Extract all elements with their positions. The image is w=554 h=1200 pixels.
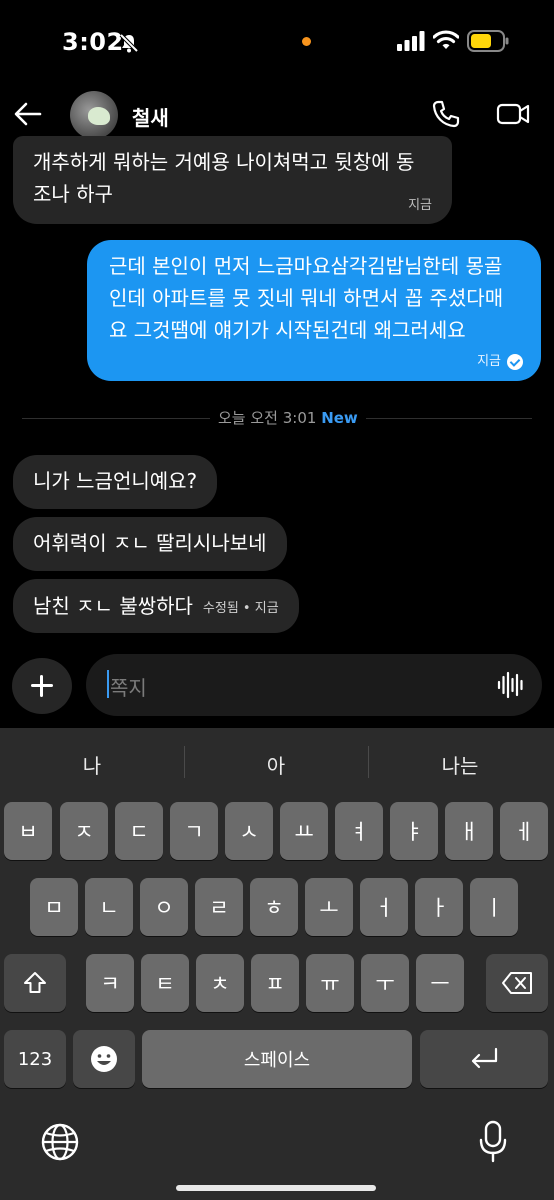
status-bar: 3:02 — [0, 0, 554, 86]
date-divider: 오늘 오전 3:01 New — [22, 407, 532, 431]
divider-label: 오늘 오전 3:01 New — [210, 407, 366, 428]
key-n[interactable]: ㄴ — [85, 878, 133, 936]
message-input[interactable] — [86, 654, 542, 716]
delete-key[interactable] — [486, 954, 548, 1012]
keyboard: 나 아 나는 ㅂ ㅈ ㄷ ㄱ ㅅ ㅛ ㅕ ㅑ ㅐ ㅔ ㅁ ㄴ ㅇ ㄹ ㅎ ㅗ ㅓ… — [0, 728, 554, 1200]
message-line: 인데 아파트를 못 짓네 뭐네 하면서 꼽 주셨다매 — [109, 286, 504, 310]
bell-muted-icon — [119, 33, 139, 53]
home-indicator[interactable] — [176, 1185, 376, 1191]
key-ieung[interactable]: ㅇ — [140, 878, 188, 936]
key-eo[interactable]: ㅓ — [360, 878, 408, 936]
suggestion-2[interactable]: 아 — [216, 750, 336, 779]
incoming-message[interactable]: 개추하게 뭐하는 거예용 나이쳐먹고 뒷창에 동 조나 하구 지금 — [13, 136, 452, 224]
message-meta: 수정됨 • 지금 — [202, 601, 279, 616]
add-attachment-button[interactable] — [12, 658, 72, 714]
read-check-icon — [507, 354, 523, 370]
message-input-placeholder: 쪽지 — [110, 676, 147, 700]
return-key[interactable] — [420, 1030, 548, 1088]
voice-waveform-icon[interactable] — [497, 671, 525, 699]
video-call-icon[interactable] — [496, 98, 530, 130]
suggestion-1[interactable]: 나 — [32, 750, 152, 779]
key-i[interactable]: ㅣ — [470, 878, 518, 936]
suggestion-3[interactable]: 나는 — [400, 750, 520, 779]
message-text: 니가 느금언니예요? — [33, 469, 198, 493]
new-badge: New — [321, 409, 358, 427]
key-k[interactable]: ㅋ — [86, 954, 134, 1012]
message-text: 남친 ㅈㄴ 불쌍하다 — [33, 594, 193, 618]
divider-time: 오늘 오전 3:01 — [218, 409, 317, 427]
message-timestamp: 지금 — [408, 198, 432, 213]
globe-icon[interactable] — [40, 1122, 80, 1162]
message-line: 요 그것땜에 얘기가 시작된건데 왜그러세요 — [109, 318, 466, 342]
status-time: 3:02 — [62, 28, 124, 56]
message-line: 조나 하구 — [33, 182, 113, 206]
key-t[interactable]: ㅌ — [141, 954, 189, 1012]
key-ae[interactable]: ㅐ — [445, 802, 493, 860]
incoming-message[interactable]: 남친 ㅈㄴ 불쌍하다 수정됨 • 지금 — [13, 579, 299, 633]
key-o[interactable]: ㅗ — [305, 878, 353, 936]
key-eu[interactable]: ㅡ — [416, 954, 464, 1012]
key-s[interactable]: ㅅ — [225, 802, 273, 860]
message-line: 개추하게 뭐하는 거예용 나이쳐먹고 뒷창에 동 — [33, 150, 415, 174]
key-a[interactable]: ㅏ — [415, 878, 463, 936]
message-timestamp: 지금 — [477, 354, 501, 369]
key-b[interactable]: ㅂ — [4, 802, 52, 860]
key-p[interactable]: ㅍ — [251, 954, 299, 1012]
cellular-signal-icon — [397, 31, 425, 51]
key-yu[interactable]: ㅠ — [306, 954, 354, 1012]
key-d[interactable]: ㄷ — [115, 802, 163, 860]
phone-call-icon[interactable] — [430, 98, 462, 130]
emoji-icon — [91, 1046, 117, 1072]
key-yo[interactable]: ㅛ — [280, 802, 328, 860]
text-cursor — [107, 670, 109, 698]
shift-key[interactable] — [4, 954, 66, 1012]
message-line: 근데 본인이 먼저 느금마요삼각김밥님한테 몽골 — [109, 254, 503, 278]
wifi-icon — [433, 30, 459, 49]
outgoing-message[interactable]: 근데 본인이 먼저 느금마요삼각김밥님한테 몽골 인데 아파트를 못 짓네 뭐네… — [87, 240, 541, 381]
incoming-message[interactable]: 니가 느금언니예요? — [13, 455, 218, 509]
privacy-indicator-dot — [302, 37, 311, 46]
key-g[interactable]: ㄱ — [170, 802, 218, 860]
key-ch[interactable]: ㅊ — [196, 954, 244, 1012]
contact-name[interactable]: 철새 — [132, 102, 169, 131]
return-icon — [471, 1047, 498, 1069]
shift-icon — [24, 972, 46, 993]
message-text: 어휘력이 ㅈㄴ 딸리시나보네 — [33, 531, 267, 555]
message-status: 지금 — [477, 354, 523, 370]
key-ya[interactable]: ㅑ — [390, 802, 438, 860]
key-r[interactable]: ㄹ — [195, 878, 243, 936]
key-yeo[interactable]: ㅕ — [335, 802, 383, 860]
incoming-message[interactable]: 어휘력이 ㅈㄴ 딸리시나보네 — [13, 517, 287, 571]
key-h[interactable]: ㅎ — [250, 878, 298, 936]
space-key[interactable]: 스페이스 — [142, 1030, 412, 1088]
battery-icon — [467, 30, 509, 52]
avatar[interactable] — [70, 91, 118, 139]
key-j[interactable]: ㅈ — [60, 802, 108, 860]
key-e[interactable]: ㅔ — [500, 802, 548, 860]
suggestion-bar: 나 아 나는 — [0, 728, 554, 796]
back-arrow-icon[interactable] — [14, 100, 42, 128]
key-u[interactable]: ㅜ — [361, 954, 409, 1012]
emoji-key[interactable] — [73, 1030, 135, 1088]
numbers-key[interactable]: 123 — [4, 1030, 66, 1088]
key-m[interactable]: ㅁ — [30, 878, 78, 936]
microphone-icon[interactable] — [478, 1120, 508, 1164]
backspace-icon — [502, 972, 532, 994]
